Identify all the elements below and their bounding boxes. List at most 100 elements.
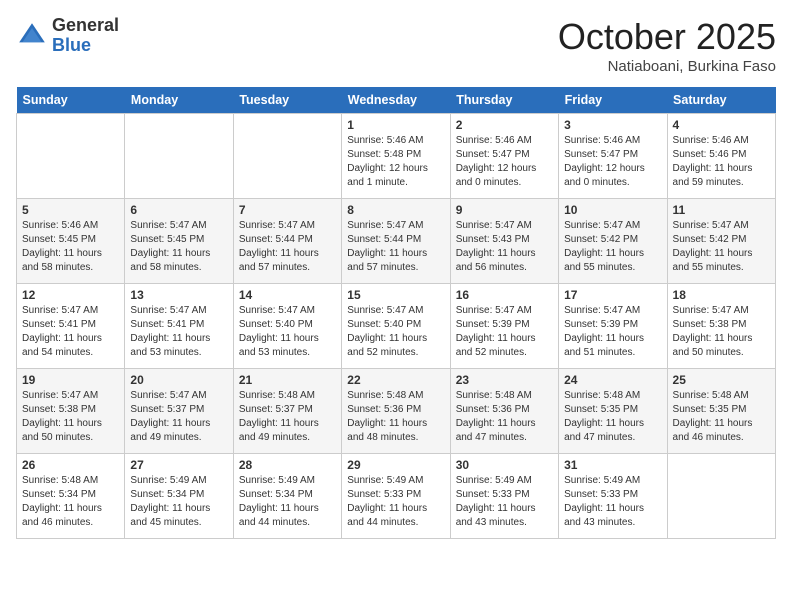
week-row-4: 26Sunrise: 5:48 AM Sunset: 5:34 PM Dayli… xyxy=(17,454,776,539)
calendar-cell xyxy=(233,114,341,199)
calendar-cell: 1 Sunrise: 5:46 AM Sunset: 5:48 PM Daylig… xyxy=(342,114,450,199)
calendar-cell: 6 Sunrise: 5:47 AM Sunset: 5:45 PM Daylig… xyxy=(125,199,233,284)
day-number: 6 xyxy=(130,203,227,217)
header-day-sunday: Sunday xyxy=(17,87,125,114)
calendar-cell: 28 Sunrise: 5:49 AM Sunset: 5:34 PM Dayli… xyxy=(233,454,341,539)
header-day-tuesday: Tuesday xyxy=(233,87,341,114)
calendar-cell: 4 Sunrise: 5:46 AM Sunset: 5:46 PM Daylig… xyxy=(667,114,775,199)
calendar-cell: 18 Sunrise: 5:47 AM Sunset: 5:38 PM Dayli… xyxy=(667,284,775,369)
header-row: SundayMondayTuesdayWednesdayThursdayFrid… xyxy=(17,87,776,114)
day-number: 24 xyxy=(564,373,661,387)
location-subtitle: Natiaboani, Burkina Faso xyxy=(558,58,776,75)
day-info: Sunrise: 5:48 AM Sunset: 5:35 PM Dayligh… xyxy=(673,389,770,445)
day-number: 9 xyxy=(456,203,553,217)
day-info: Sunrise: 5:49 AM Sunset: 5:33 PM Dayligh… xyxy=(347,474,444,530)
logo-blue-text: Blue xyxy=(52,36,119,56)
title-block: October 2025 Natiaboani, Burkina Faso xyxy=(558,16,776,75)
page-header: General Blue October 2025 Natiaboani, Bu… xyxy=(16,16,776,75)
calendar-cell: 9 Sunrise: 5:47 AM Sunset: 5:43 PM Daylig… xyxy=(450,199,558,284)
day-number: 1 xyxy=(347,118,444,132)
logo-icon xyxy=(16,20,48,52)
day-number: 21 xyxy=(239,373,336,387)
day-info: Sunrise: 5:47 AM Sunset: 5:37 PM Dayligh… xyxy=(130,389,227,445)
day-number: 5 xyxy=(22,203,119,217)
day-number: 4 xyxy=(673,118,770,132)
day-number: 19 xyxy=(22,373,119,387)
day-info: Sunrise: 5:47 AM Sunset: 5:42 PM Dayligh… xyxy=(673,219,770,275)
calendar-cell: 26Sunrise: 5:48 AM Sunset: 5:34 PM Dayli… xyxy=(17,454,125,539)
day-number: 7 xyxy=(239,203,336,217)
calendar-cell: 11 Sunrise: 5:47 AM Sunset: 5:42 PM Dayli… xyxy=(667,199,775,284)
day-info: Sunrise: 5:46 AM Sunset: 5:48 PM Dayligh… xyxy=(347,134,444,190)
calendar-cell: 8 Sunrise: 5:47 AM Sunset: 5:44 PM Daylig… xyxy=(342,199,450,284)
day-info: Sunrise: 5:46 AM Sunset: 5:46 PM Dayligh… xyxy=(673,134,770,190)
calendar-cell: 19Sunrise: 5:47 AM Sunset: 5:38 PM Dayli… xyxy=(17,369,125,454)
day-info: Sunrise: 5:47 AM Sunset: 5:39 PM Dayligh… xyxy=(564,304,661,360)
day-number: 13 xyxy=(130,288,227,302)
day-info: Sunrise: 5:49 AM Sunset: 5:34 PM Dayligh… xyxy=(130,474,227,530)
header-day-thursday: Thursday xyxy=(450,87,558,114)
day-info: Sunrise: 5:47 AM Sunset: 5:41 PM Dayligh… xyxy=(130,304,227,360)
day-number: 11 xyxy=(673,203,770,217)
day-number: 26 xyxy=(22,458,119,472)
calendar-cell: 22Sunrise: 5:48 AM Sunset: 5:36 PM Dayli… xyxy=(342,369,450,454)
day-info: Sunrise: 5:47 AM Sunset: 5:41 PM Dayligh… xyxy=(22,304,119,360)
day-info: Sunrise: 5:46 AM Sunset: 5:47 PM Dayligh… xyxy=(456,134,553,190)
calendar-cell: 23 Sunrise: 5:48 AM Sunset: 5:36 PM Dayli… xyxy=(450,369,558,454)
day-info: Sunrise: 5:47 AM Sunset: 5:45 PM Dayligh… xyxy=(130,219,227,275)
calendar-cell: 3 Sunrise: 5:46 AM Sunset: 5:47 PM Daylig… xyxy=(559,114,667,199)
day-number: 29 xyxy=(347,458,444,472)
day-info: Sunrise: 5:49 AM Sunset: 5:33 PM Dayligh… xyxy=(564,474,661,530)
header-day-friday: Friday xyxy=(559,87,667,114)
day-info: Sunrise: 5:47 AM Sunset: 5:40 PM Dayligh… xyxy=(239,304,336,360)
day-number: 25 xyxy=(673,373,770,387)
calendar-table: SundayMondayTuesdayWednesdayThursdayFrid… xyxy=(16,87,776,539)
day-info: Sunrise: 5:47 AM Sunset: 5:42 PM Dayligh… xyxy=(564,219,661,275)
calendar-cell xyxy=(125,114,233,199)
header-day-monday: Monday xyxy=(125,87,233,114)
header-day-saturday: Saturday xyxy=(667,87,775,114)
calendar-cell: 17Sunrise: 5:47 AM Sunset: 5:39 PM Dayli… xyxy=(559,284,667,369)
week-row-1: 5 Sunrise: 5:46 AM Sunset: 5:45 PM Daylig… xyxy=(17,199,776,284)
calendar-cell: 13 Sunrise: 5:47 AM Sunset: 5:41 PM Dayli… xyxy=(125,284,233,369)
day-info: Sunrise: 5:47 AM Sunset: 5:44 PM Dayligh… xyxy=(347,219,444,275)
day-number: 30 xyxy=(456,458,553,472)
calendar-cell: 24 Sunrise: 5:48 AM Sunset: 5:35 PM Dayli… xyxy=(559,369,667,454)
calendar-cell xyxy=(667,454,775,539)
day-number: 27 xyxy=(130,458,227,472)
day-info: Sunrise: 5:47 AM Sunset: 5:40 PM Dayligh… xyxy=(347,304,444,360)
calendar-cell: 7 Sunrise: 5:47 AM Sunset: 5:44 PM Daylig… xyxy=(233,199,341,284)
logo: General Blue xyxy=(16,16,119,56)
month-title: October 2025 xyxy=(558,16,776,58)
calendar-cell xyxy=(17,114,125,199)
logo-text: General Blue xyxy=(52,16,119,56)
calendar-cell: 31 Sunrise: 5:49 AM Sunset: 5:33 PM Dayli… xyxy=(559,454,667,539)
week-row-2: 12Sunrise: 5:47 AM Sunset: 5:41 PM Dayli… xyxy=(17,284,776,369)
day-info: Sunrise: 5:46 AM Sunset: 5:47 PM Dayligh… xyxy=(564,134,661,190)
day-number: 23 xyxy=(456,373,553,387)
day-info: Sunrise: 5:46 AM Sunset: 5:45 PM Dayligh… xyxy=(22,219,119,275)
calendar-cell: 20Sunrise: 5:47 AM Sunset: 5:37 PM Dayli… xyxy=(125,369,233,454)
day-number: 28 xyxy=(239,458,336,472)
day-info: Sunrise: 5:47 AM Sunset: 5:44 PM Dayligh… xyxy=(239,219,336,275)
day-number: 16 xyxy=(456,288,553,302)
day-info: Sunrise: 5:47 AM Sunset: 5:43 PM Dayligh… xyxy=(456,219,553,275)
day-info: Sunrise: 5:49 AM Sunset: 5:33 PM Dayligh… xyxy=(456,474,553,530)
calendar-header: SundayMondayTuesdayWednesdayThursdayFrid… xyxy=(17,87,776,114)
day-info: Sunrise: 5:49 AM Sunset: 5:34 PM Dayligh… xyxy=(239,474,336,530)
header-day-wednesday: Wednesday xyxy=(342,87,450,114)
calendar-cell: 2Sunrise: 5:46 AM Sunset: 5:47 PM Daylig… xyxy=(450,114,558,199)
day-number: 3 xyxy=(564,118,661,132)
logo-general-text: General xyxy=(52,16,119,36)
day-info: Sunrise: 5:48 AM Sunset: 5:36 PM Dayligh… xyxy=(456,389,553,445)
day-number: 18 xyxy=(673,288,770,302)
calendar-cell: 27 Sunrise: 5:49 AM Sunset: 5:34 PM Dayli… xyxy=(125,454,233,539)
day-number: 8 xyxy=(347,203,444,217)
week-row-3: 19Sunrise: 5:47 AM Sunset: 5:38 PM Dayli… xyxy=(17,369,776,454)
day-info: Sunrise: 5:48 AM Sunset: 5:37 PM Dayligh… xyxy=(239,389,336,445)
calendar-cell: 10Sunrise: 5:47 AM Sunset: 5:42 PM Dayli… xyxy=(559,199,667,284)
day-info: Sunrise: 5:48 AM Sunset: 5:35 PM Dayligh… xyxy=(564,389,661,445)
calendar-cell: 16Sunrise: 5:47 AM Sunset: 5:39 PM Dayli… xyxy=(450,284,558,369)
day-info: Sunrise: 5:47 AM Sunset: 5:38 PM Dayligh… xyxy=(673,304,770,360)
day-number: 31 xyxy=(564,458,661,472)
